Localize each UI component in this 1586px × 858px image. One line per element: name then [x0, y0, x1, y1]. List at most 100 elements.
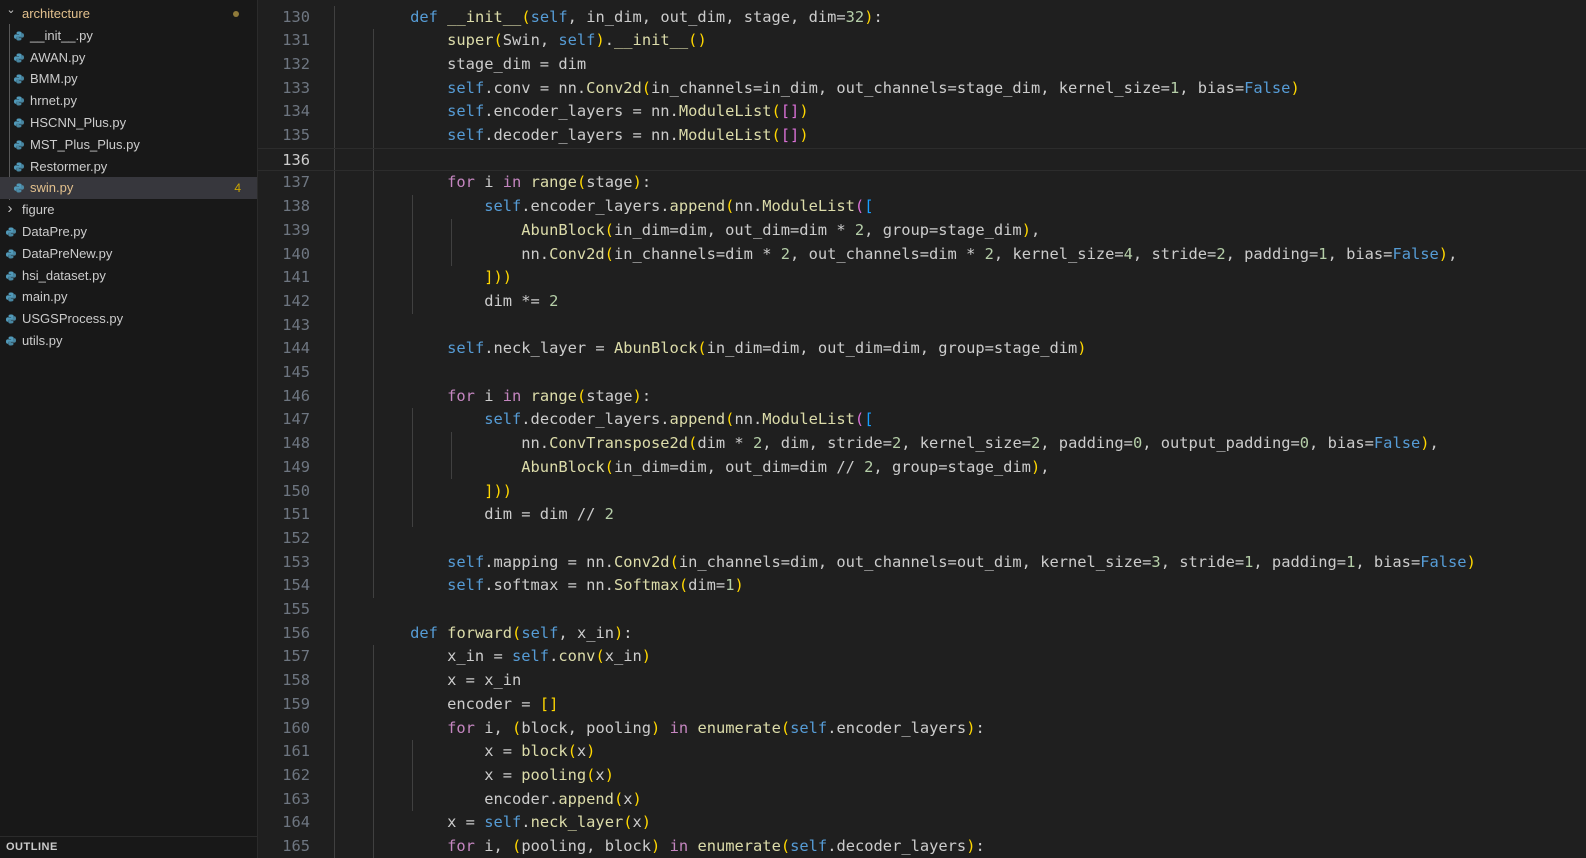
code-line[interactable]: 158 x = x_in: [258, 669, 1586, 693]
file-item[interactable]: DataPre.py: [0, 221, 257, 243]
code-text: x = x_in: [373, 671, 522, 690]
python-file-icon: [6, 292, 16, 302]
python-file-icon: [6, 314, 16, 324]
code-line[interactable]: 155: [258, 598, 1586, 622]
file-item[interactable]: hsi_dataset.py: [0, 265, 257, 287]
code-line[interactable]: 163 encoder.append(x): [258, 788, 1586, 812]
file-item[interactable]: HSCNN_Plus.py: [0, 112, 257, 134]
line-number: 139: [282, 220, 310, 239]
code-line[interactable]: 140 nn.Conv2d(in_channels=dim * 2, out_c…: [258, 243, 1586, 267]
outline-section-header[interactable]: OUTLINE: [0, 836, 257, 858]
code-line[interactable]: 152: [258, 527, 1586, 551]
code-text: super(Swin, self).__init__(): [447, 31, 707, 50]
file-label: HSCNN_Plus.py: [30, 115, 127, 130]
code-line[interactable]: 141 ])): [258, 266, 1586, 290]
code-line[interactable]: 164 x = self.neck_layer(x): [258, 811, 1586, 835]
file-item[interactable]: AWAN.py: [0, 47, 257, 69]
code-line[interactable]: 157 x_in = self.conv(x_in): [258, 645, 1586, 669]
line-number: 144: [282, 339, 310, 358]
code-line[interactable]: 133 self.conv = nn.Conv2d(in_channels=in…: [258, 77, 1586, 101]
file-item[interactable]: utils.py: [0, 330, 257, 352]
line-number: 163: [282, 789, 310, 808]
line-number: 164: [282, 813, 310, 832]
code-line[interactable]: 159 encoder = []: [258, 693, 1586, 717]
code-line[interactable]: 149 AbunBlock(in_dim=dim, out_dim=dim //…: [258, 456, 1586, 480]
line-number: 154: [282, 576, 310, 595]
code-line[interactable]: 153 self.mapping = nn.Conv2d(in_channels…: [258, 551, 1586, 575]
line-number: 161: [282, 742, 310, 761]
code-line[interactable]: 137 for i in range(stage):: [258, 171, 1586, 195]
folder-architecture[interactable]: ⌄ architecture: [0, 3, 257, 25]
file-item[interactable]: BMM.py: [0, 68, 257, 90]
file-item[interactable]: MST_Plus_Plus.py: [0, 134, 257, 156]
code-text: self.conv = nn.Conv2d(in_channels=in_dim…: [447, 78, 1300, 97]
code-line[interactable]: 131 super(Swin, self).__init__(): [258, 29, 1586, 53]
line-number: 148: [282, 434, 310, 453]
line-number: 152: [282, 528, 310, 547]
code-line[interactable]: 142 dim *= 2: [258, 290, 1586, 314]
code-line[interactable]: 138 self.encoder_layers.append(nn.Module…: [258, 195, 1586, 219]
code-text: self.mapping = nn.Conv2d(in_channels=dim…: [447, 552, 1476, 571]
code-text: self.decoder_layers.append(nn.ModuleList…: [484, 410, 874, 429]
code-line[interactable]: 132 stage_dim = dim: [258, 53, 1586, 77]
code-text: for i in range(stage):: [447, 173, 652, 192]
file-label: MST_Plus_Plus.py: [30, 136, 140, 152]
code-line[interactable]: 146 for i in range(stage):: [258, 385, 1586, 409]
code-line[interactable]: 139 AbunBlock(in_dim=dim, out_dim=dim * …: [258, 219, 1586, 243]
code-line[interactable]: 151 dim = dim // 2: [258, 503, 1586, 527]
line-number: 132: [282, 54, 310, 73]
code-line[interactable]: 165 for i, (pooling, block) in enumerate…: [258, 835, 1586, 858]
python-file-icon: [14, 183, 24, 193]
code-text: stage_dim = dim: [373, 54, 587, 73]
code-line[interactable]: 160 for i, (block, pooling) in enumerate…: [258, 717, 1586, 741]
code-line[interactable]: 135 self.decoder_layers = nn.ModuleList(…: [258, 124, 1586, 148]
file-label: DataPreNew.py: [22, 245, 113, 261]
python-file-icon: [14, 53, 24, 63]
code-text: AbunBlock(in_dim=dim, out_dim=dim * 2, g…: [521, 220, 1041, 239]
python-file-icon: [14, 140, 24, 150]
code-text: dim = dim // 2: [373, 505, 614, 524]
file-item[interactable]: swin.py 4: [0, 177, 257, 200]
code-editor[interactable]: 130 def __init__(self, in_dim, out_dim, …: [258, 0, 1586, 858]
code-text: AbunBlock(in_dim=dim, out_dim=dim // 2, …: [521, 457, 1050, 476]
explorer-sidebar: ⌄ architecture __init__.py AWAN.py BMM.py hrn…: [0, 0, 258, 858]
code-text: x = self.neck_layer(x): [373, 813, 652, 832]
code-line[interactable]: 148 nn.ConvTranspose2d(dim * 2, dim, str…: [258, 432, 1586, 456]
file-item[interactable]: USGSProcess.py: [0, 308, 257, 330]
line-number: 131: [282, 31, 310, 50]
line-number: 135: [282, 126, 310, 144]
python-file-icon: [14, 31, 24, 41]
file-item[interactable]: DataPreNew.py: [0, 243, 257, 265]
chevron-down-icon: ⌄: [6, 4, 16, 16]
line-number: 153: [282, 552, 310, 571]
code-line[interactable]: 144 self.neck_layer = AbunBlock(in_dim=d…: [258, 337, 1586, 361]
file-item[interactable]: Restormer.py: [0, 156, 257, 178]
code-line[interactable]: 130 def __init__(self, in_dim, out_dim, …: [258, 6, 1586, 30]
line-number: 150: [282, 481, 310, 500]
code-line[interactable]: 162 x = pooling(x): [258, 764, 1586, 788]
file-item[interactable]: __init__.py: [0, 25, 257, 47]
file-label: USGSProcess.py: [22, 311, 124, 327]
code-line[interactable]: 161 x = block(x): [258, 740, 1586, 764]
code-line[interactable]: 134 self.encoder_layers = nn.ModuleList(…: [258, 100, 1586, 124]
code-line[interactable]: 156 def forward(self, x_in):: [258, 622, 1586, 646]
file-label: hsi_dataset.py: [22, 267, 106, 283]
file-label: Restormer.py: [30, 158, 108, 174]
line-number: 160: [282, 718, 310, 737]
current-code-line[interactable]: 136: [258, 147, 1586, 172]
code-text: encoder.append(x): [373, 789, 642, 808]
python-file-icon: [14, 162, 24, 172]
file-label: BMM.py: [30, 71, 78, 87]
folder-figure[interactable]: › figure: [0, 199, 257, 221]
line-number: 162: [282, 765, 310, 784]
file-item[interactable]: main.py: [0, 286, 257, 308]
code-line[interactable]: 154 self.softmax = nn.Softmax(dim=1): [258, 574, 1586, 598]
code-text: def forward(self, x_in):: [410, 623, 633, 642]
python-file-icon: [14, 96, 24, 106]
code-line[interactable]: 150 ])): [258, 480, 1586, 504]
code-line[interactable]: 143: [258, 314, 1586, 338]
file-item[interactable]: hrnet.py: [0, 90, 257, 112]
code-line[interactable]: 147 self.decoder_layers.append(nn.Module…: [258, 408, 1586, 432]
line-number: 136: [282, 150, 310, 169]
code-line[interactable]: 145: [258, 361, 1586, 385]
